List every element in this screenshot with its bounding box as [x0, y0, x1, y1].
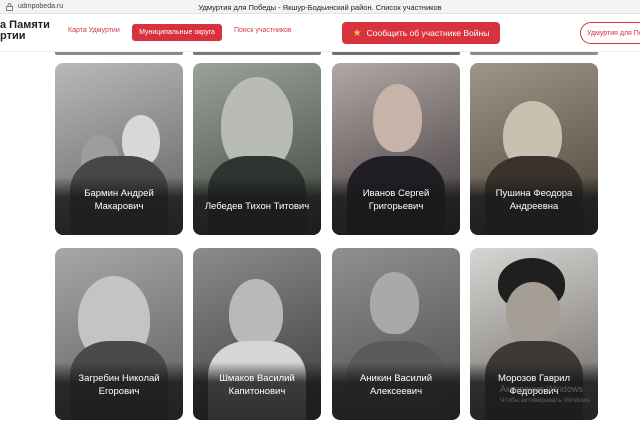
participant-card[interactable]: Загребин Николай Егорович	[55, 248, 183, 420]
region-button[interactable]: Удмуртия для Побед	[580, 22, 640, 44]
participant-card[interactable]: Пушина Феодора Андреевна	[470, 63, 598, 235]
site-logo[interactable]: а Памяти ртии	[0, 20, 50, 42]
participant-name: Иванов Сергей Григорьевич	[362, 188, 430, 212]
watermark-subtitle: Чтобы активировать Windows	[500, 397, 590, 404]
browser-address-bar[interactable]: udmpobeda.ru Удмуртия для Победы - Якшур…	[0, 0, 640, 14]
report-participant-label: Сообщить об участнике Войны	[366, 28, 490, 38]
page-title: Удмуртия для Победы - Якшур-Бодьинский р…	[198, 3, 442, 12]
participant-name: Загребин Николай Егорович	[78, 373, 160, 397]
previous-row-card-edge	[332, 52, 460, 55]
participant-card[interactable]: Аникин Василий Алексеевич	[332, 248, 460, 420]
participants-grid: Бармин Андрей Макарович Лебедев Тихон Ти…	[0, 52, 640, 425]
nav-search-participants[interactable]: Поиск участников	[234, 27, 292, 34]
participant-name: Бармин Андрей Макарович	[84, 188, 154, 212]
windows-activation-watermark: Активация Windows Чтобы активировать Win…	[500, 384, 590, 406]
site-header: а Памяти ртии Карта Удмуртии Муниципальн…	[0, 14, 640, 52]
participant-card[interactable]: Бармин Андрей Макарович	[55, 63, 183, 235]
star-icon: ★	[352, 27, 362, 39]
previous-row-card-edge	[193, 52, 321, 55]
previous-row-card-edge	[470, 52, 598, 55]
nav-map-udmurtia[interactable]: Карта Удмуртии	[68, 27, 120, 34]
watermark-title: Активация Windows	[500, 384, 583, 394]
previous-row-card-edge	[55, 52, 183, 55]
report-participant-button[interactable]: ★ Сообщить об участнике Войны	[342, 22, 500, 44]
participant-card[interactable]: Иванов Сергей Григорьевич	[332, 63, 460, 235]
logo-line-2: ртии	[0, 30, 26, 42]
nav-municipal-districts[interactable]: Муниципальные округа	[132, 24, 222, 41]
participant-name: Аникин Василий Алексеевич	[359, 373, 433, 397]
participant-card[interactable]: Лебедев Тихон Титович	[193, 63, 321, 235]
participant-name: Шмаков Василий Капитонович	[219, 373, 295, 397]
participant-card[interactable]: Шмаков Василий Капитонович	[193, 248, 321, 420]
participant-name: Лебедев Тихон Титович	[204, 201, 310, 212]
participant-name: Пушина Феодора Андреевна	[495, 188, 573, 212]
